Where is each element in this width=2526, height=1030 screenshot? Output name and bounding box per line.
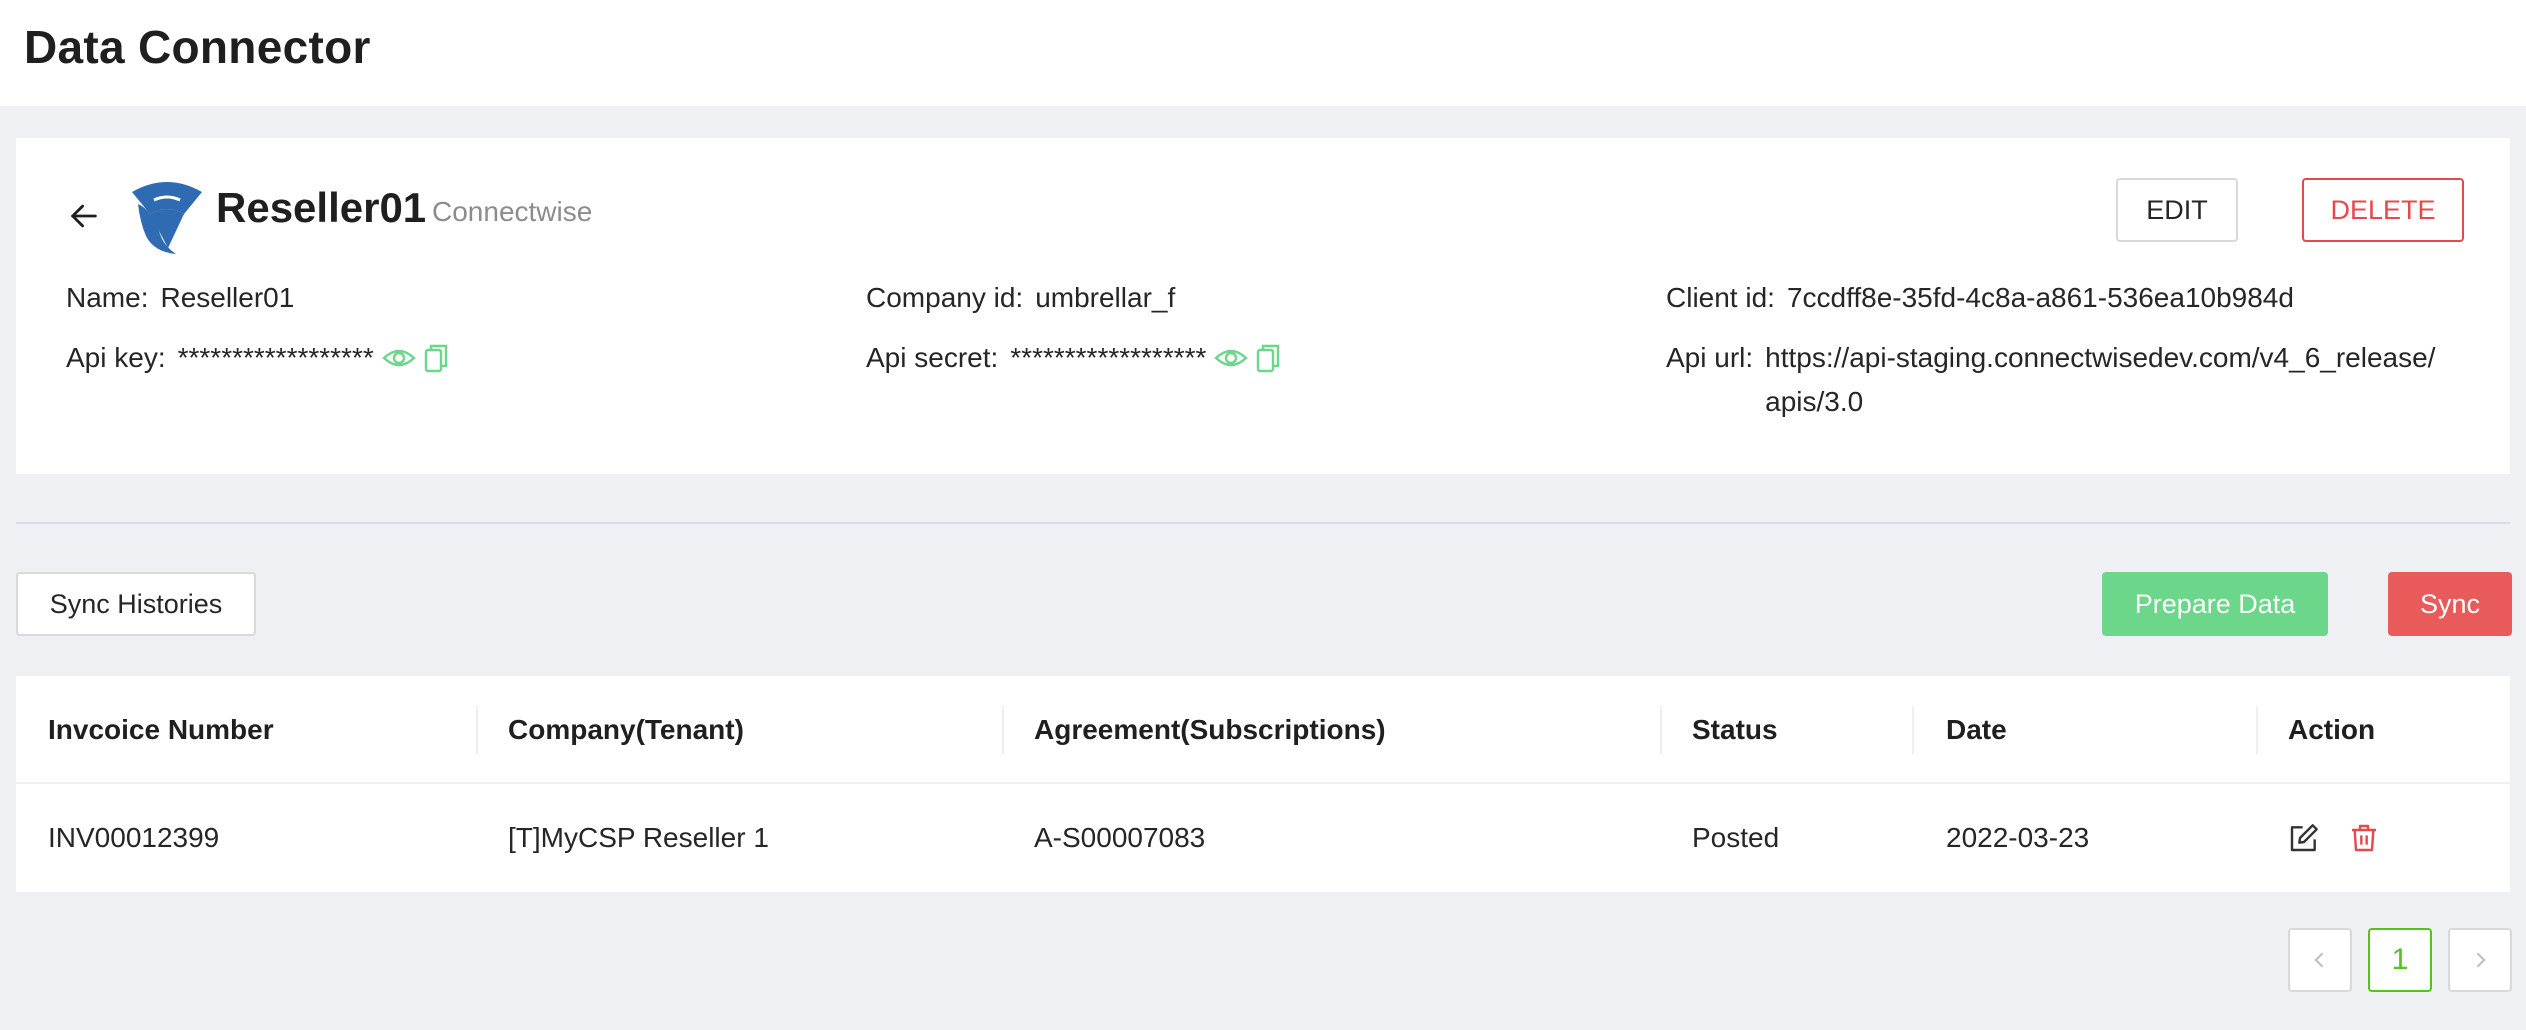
copy-icon[interactable]: [424, 343, 448, 373]
copy-icon[interactable]: [1256, 343, 1280, 373]
page-title: Data Connector: [24, 21, 371, 73]
edit-icon[interactable]: [2288, 822, 2320, 854]
company-id-label: Company id:: [866, 282, 1024, 313]
column-header-company[interactable]: Company(Tenant): [508, 676, 744, 784]
column-separator: [1002, 706, 1004, 754]
client-id-label: Client id:: [1666, 282, 1775, 313]
company-id-value: umbrellar_f: [1035, 282, 1176, 313]
api-secret-label: Api secret:: [866, 342, 999, 373]
invoice-table: Invcoice Number Company(Tenant) Agreemen…: [16, 676, 2510, 892]
pagination-page-1[interactable]: 1: [2368, 928, 2432, 992]
name-label: Name:: [66, 282, 149, 313]
page-header: Data Connector: [0, 0, 2526, 106]
eye-icon[interactable]: [381, 345, 416, 371]
column-separator: [2256, 706, 2258, 754]
table-row: INV00012399 [T]MyCSP Reseller 1 A-S00007…: [16, 784, 2510, 892]
arrow-left-icon: [71, 204, 97, 228]
column-header-agreement[interactable]: Agreement(Subscriptions): [1034, 676, 1386, 784]
column-separator: [476, 706, 478, 754]
name-value: Reseller01: [160, 282, 295, 313]
api-url-value: https://api-staging.connectwisedev.com/v…: [1765, 342, 2436, 417]
api-url-label: Api url:: [1666, 342, 1754, 373]
prepare-data-button[interactable]: Prepare Data: [2102, 572, 2328, 636]
client-id-value: 7ccdff8e-35fd-4c8a-a861-536ea10b984d: [1786, 282, 2294, 313]
column-separator: [1912, 706, 1914, 754]
api-url-field: Api url: https://api-staging.connectwise…: [1666, 336, 2445, 424]
connectwise-logo: [132, 182, 202, 254]
pagination-prev-button[interactable]: [2288, 928, 2352, 992]
back-button[interactable]: [62, 194, 106, 238]
column-header-status[interactable]: Status: [1692, 676, 1778, 784]
connector-name: Reseller01: [216, 184, 427, 231]
company-id-field: Company id: umbrellar_f: [866, 276, 1175, 320]
column-header-date[interactable]: Date: [1946, 676, 2007, 784]
api-secret-value: ******************: [1010, 342, 1207, 373]
connector-type: Connectwise: [432, 196, 593, 227]
eye-icon[interactable]: [1214, 345, 1249, 371]
chevron-left-icon: [2314, 952, 2324, 968]
sync-button[interactable]: Sync: [2388, 572, 2512, 636]
column-header-action: Action: [2288, 714, 2376, 745]
cell-invoice: INV00012399: [48, 822, 220, 853]
pagination-next-button[interactable]: [2448, 928, 2512, 992]
api-key-field: Api key: ******************: [66, 336, 448, 380]
delete-button[interactable]: DELETE: [2302, 178, 2464, 242]
cell-agreement: A-S00007083: [1034, 822, 1206, 853]
section-divider: [16, 522, 2510, 524]
cell-company: [T]MyCSP Reseller 1: [508, 822, 769, 853]
name-field: Name: Reseller01: [66, 276, 294, 320]
cell-date: 2022-03-23: [1946, 822, 2090, 853]
connector-detail-card: Reseller01 Connectwise EDIT DELETE Name:…: [16, 138, 2510, 474]
column-separator: [1660, 706, 1662, 754]
table-header: Invcoice Number Company(Tenant) Agreemen…: [16, 676, 2510, 784]
client-id-field: Client id: 7ccdff8e-35fd-4c8a-a861-536ea…: [1666, 276, 2294, 320]
api-secret-field: Api secret: ******************: [866, 336, 1280, 380]
sync-histories-button[interactable]: Sync Histories: [16, 572, 256, 636]
column-header-invoice[interactable]: Invcoice Number: [48, 676, 274, 784]
api-key-value: ******************: [177, 342, 374, 373]
chevron-right-icon: [2476, 952, 2486, 968]
trash-icon[interactable]: [2348, 822, 2380, 854]
cell-status: Posted: [1692, 822, 1780, 853]
edit-button[interactable]: EDIT: [2116, 178, 2238, 242]
api-key-label: Api key:: [66, 342, 166, 373]
